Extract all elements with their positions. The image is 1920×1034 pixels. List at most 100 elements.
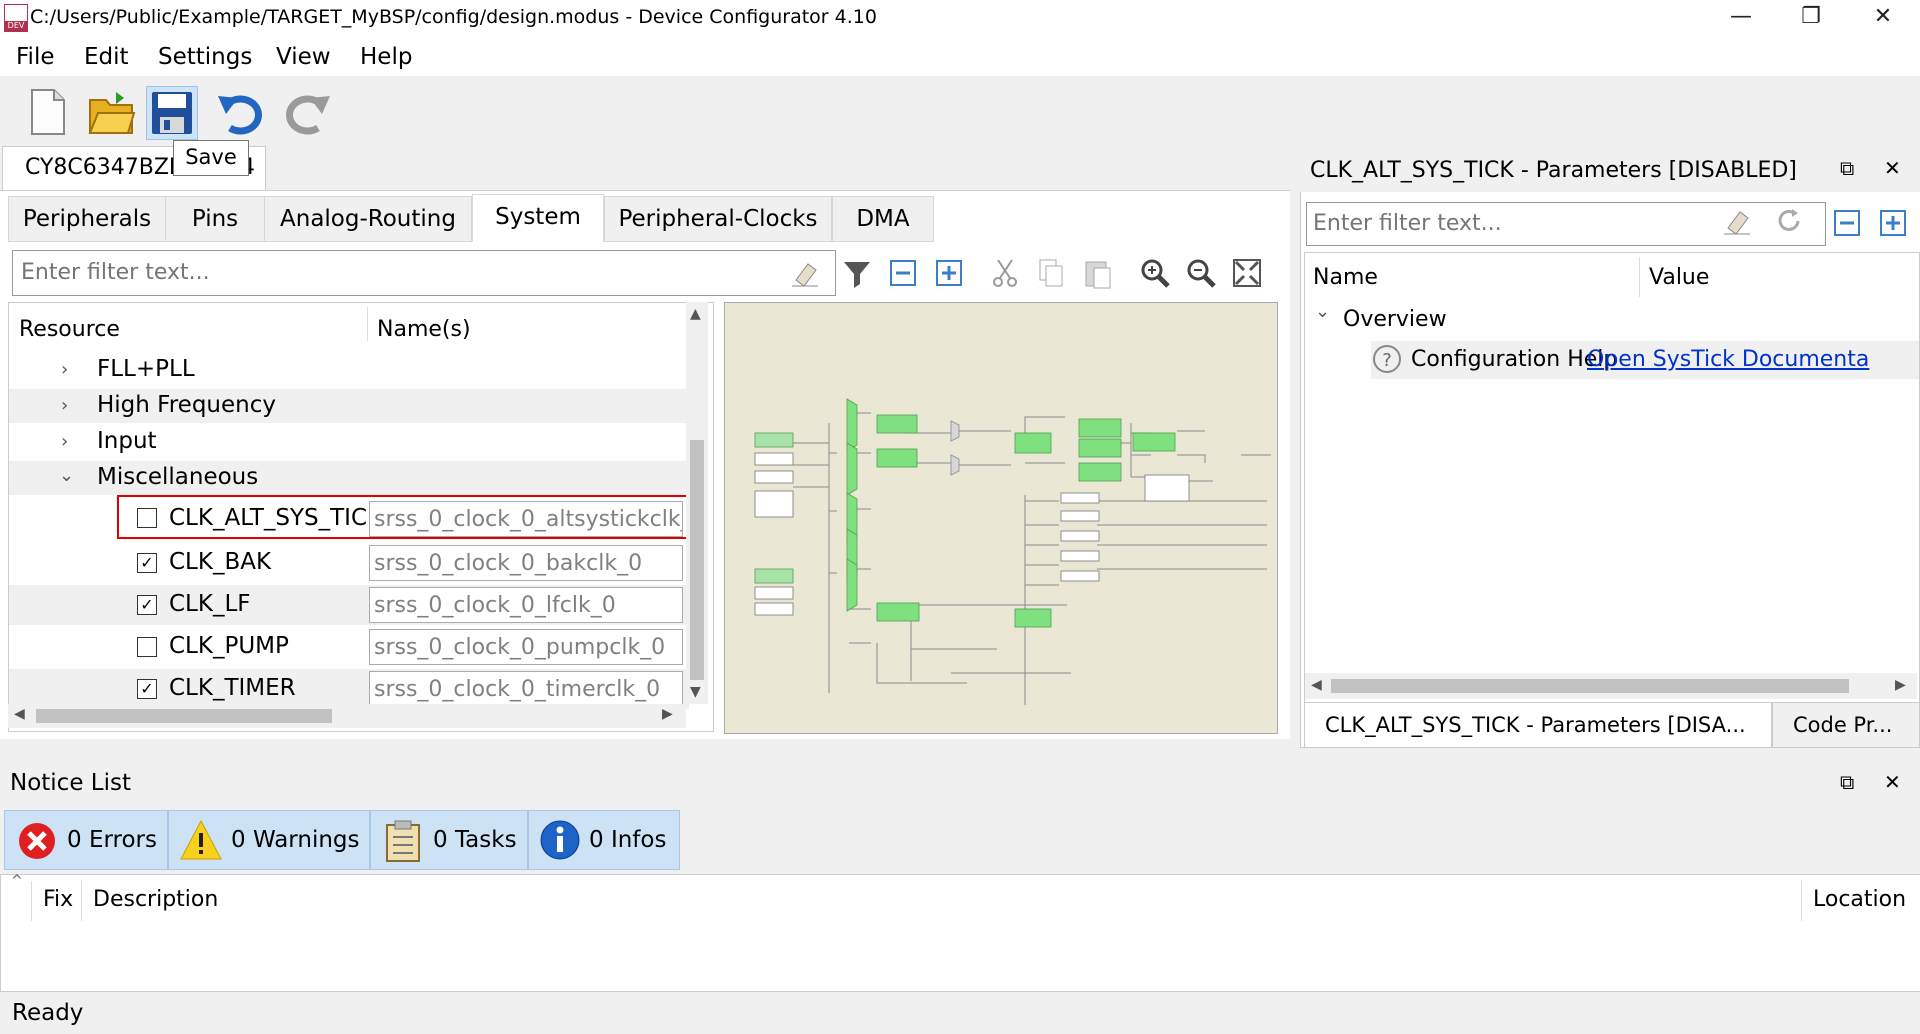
expand-all-icon[interactable]	[932, 256, 966, 290]
reset-icon[interactable]	[1774, 206, 1804, 236]
scroll-down-icon[interactable]: ▼	[690, 684, 701, 700]
group-overview[interactable]: Overview	[1343, 307, 1447, 332]
scrollbar-thumb[interactable]	[690, 440, 704, 680]
tree-group-miscellaneous[interactable]: ⌄ Miscellaneous	[9, 461, 689, 495]
column-header-value[interactable]: Value	[1649, 265, 1709, 290]
cut-icon[interactable]	[988, 256, 1022, 290]
menu-edit[interactable]: Edit	[84, 44, 129, 70]
float-panel-icon[interactable]: ⧉	[1840, 770, 1854, 794]
column-header-name[interactable]: Name	[1313, 265, 1378, 290]
collapse-all-icon[interactable]	[886, 256, 920, 290]
tree-group-input[interactable]: › Input	[9, 425, 689, 459]
parameters-table: Name Value ⌄ Overview ? Configuration He…	[1304, 252, 1920, 704]
fit-to-window-icon[interactable]	[1230, 256, 1264, 290]
tab-errors[interactable]: 0 Errors	[4, 810, 168, 870]
clear-filter-icon[interactable]	[1722, 206, 1752, 236]
documentation-link[interactable]: Open SysTick Documenta	[1587, 347, 1869, 372]
menu-file[interactable]: File	[16, 44, 55, 70]
minimize-button[interactable]: —	[1706, 0, 1776, 36]
enable-checkbox[interactable]: ✓	[137, 553, 157, 573]
enable-checkbox[interactable]: ✓	[137, 679, 157, 699]
new-file-icon[interactable]	[24, 86, 74, 138]
name-field[interactable]: srss_0_clock_0_pumpclk_0	[369, 629, 683, 665]
float-panel-icon[interactable]: ⧉	[1840, 156, 1854, 180]
resource-filter-input[interactable]	[19, 251, 783, 293]
name-field[interactable]: srss_0_clock_0_timerclk_0	[369, 671, 683, 707]
collapse-all-icon[interactable]	[1832, 208, 1862, 238]
chevron-down-icon[interactable]: ⌄	[59, 465, 74, 486]
scroll-right-icon[interactable]: ▶	[662, 706, 673, 722]
close-button[interactable]: ✕	[1848, 0, 1918, 36]
scroll-left-icon[interactable]: ◀	[14, 706, 25, 722]
clock-diagram[interactable]	[724, 302, 1278, 734]
column-header-location[interactable]: Location	[1813, 887, 1906, 912]
tab-warnings[interactable]: 0 Warnings	[168, 810, 370, 870]
expand-all-icon[interactable]	[1878, 208, 1908, 238]
scrollbar-thumb[interactable]	[1331, 679, 1849, 693]
tree-item-clk-timer[interactable]: ✓ CLK_TIMER srss_0_clock_0_timerclk_0	[9, 669, 689, 709]
parameters-horizontal-scrollbar[interactable]: ◀ ▶	[1305, 673, 1917, 699]
tab-pins[interactable]: Pins	[165, 196, 265, 242]
chevron-right-icon[interactable]: ›	[61, 395, 68, 416]
column-divider	[31, 881, 32, 921]
scroll-up-icon[interactable]: ▲	[690, 306, 701, 322]
tab-analog-routing[interactable]: Analog-Routing	[264, 196, 472, 242]
tree-vertical-scrollbar[interactable]: ▲ ▼	[686, 302, 708, 704]
tab-infos[interactable]: 0 Infos	[528, 810, 680, 870]
resource-filter[interactable]	[12, 250, 836, 296]
close-panel-icon[interactable]: ✕	[1884, 156, 1901, 180]
name-field[interactable]: srss_0_clock_0_lfclk_0	[369, 587, 683, 623]
enable-checkbox[interactable]	[137, 637, 157, 657]
clear-filter-icon[interactable]	[790, 258, 820, 288]
info-icon	[540, 820, 580, 860]
menu-view[interactable]: View	[276, 44, 331, 70]
tree-horizontal-scrollbar[interactable]: ◀ ▶	[8, 704, 686, 728]
column-header-description[interactable]: Description	[93, 887, 218, 912]
warning-icon	[180, 819, 222, 860]
close-panel-icon[interactable]: ✕	[1884, 770, 1901, 794]
sort-up-icon[interactable]: ^	[11, 873, 23, 889]
column-header-resource[interactable]: Resource	[19, 317, 120, 342]
help-icon: ?	[1373, 345, 1401, 373]
enable-checkbox[interactable]: ✓	[137, 595, 157, 615]
tab-parameters[interactable]: CLK_ALT_SYS_TICK - Parameters [DISA...	[1304, 702, 1772, 748]
copy-icon[interactable]	[1034, 256, 1068, 290]
column-header-names[interactable]: Name(s)	[377, 317, 471, 342]
open-folder-icon[interactable]	[86, 86, 136, 138]
parameters-filter-input[interactable]	[1311, 203, 1755, 243]
save-icon[interactable]	[146, 86, 198, 140]
tree-group-high-frequency[interactable]: › High Frequency	[9, 389, 689, 423]
scroll-left-icon[interactable]: ◀	[1311, 677, 1322, 693]
tab-system[interactable]: System	[472, 194, 604, 242]
tree-item-clk-bak[interactable]: ✓ CLK_BAK srss_0_clock_0_bakclk_0	[9, 543, 689, 583]
tab-peripherals[interactable]: Peripherals	[8, 196, 166, 242]
tree-item-clk-pump[interactable]: CLK_PUMP srss_0_clock_0_pumpclk_0	[9, 627, 689, 667]
name-field[interactable]: srss_0_clock_0_bakclk_0	[369, 545, 683, 581]
chevron-down-icon[interactable]: ⌄	[1315, 301, 1330, 322]
tree-item-clk-lf[interactable]: ✓ CLK_LF srss_0_clock_0_lfclk_0	[9, 585, 689, 625]
window-title: C:/Users/Public/Example/TARGET_MyBSP/con…	[30, 6, 877, 28]
paste-icon[interactable]	[1080, 256, 1114, 290]
scrollbar-thumb[interactable]	[36, 709, 332, 723]
menu-help[interactable]: Help	[360, 44, 412, 70]
undo-icon[interactable]	[216, 86, 266, 138]
save-tooltip: Save	[173, 140, 249, 176]
scroll-right-icon[interactable]: ▶	[1895, 677, 1906, 693]
chevron-right-icon[interactable]: ›	[61, 431, 68, 452]
chevron-right-icon[interactable]: ›	[61, 359, 68, 380]
restore-button[interactable]: ❐	[1776, 0, 1846, 36]
menu-settings[interactable]: Settings	[158, 44, 252, 70]
status-bar-text: Ready	[12, 1000, 84, 1026]
tab-tasks[interactable]: 0 Tasks	[370, 810, 528, 870]
redo-icon[interactable]	[282, 86, 332, 138]
column-header-fix[interactable]: Fix	[43, 887, 73, 912]
tree-group-fll-pll[interactable]: › FLL+PLL	[9, 353, 689, 387]
tab-peripheral-clocks[interactable]: Peripheral-Clocks	[604, 196, 832, 242]
tab-dma[interactable]: DMA	[832, 196, 934, 242]
zoom-out-icon[interactable]	[1184, 256, 1218, 290]
tab-code-preview[interactable]: Code Pr...	[1772, 702, 1920, 748]
filter-icon[interactable]	[840, 256, 874, 290]
tasks-icon	[386, 820, 420, 862]
zoom-in-icon[interactable]	[1138, 256, 1172, 290]
title-bar: DEV C:/Users/Public/Example/TARGET_MyBSP…	[0, 0, 1920, 36]
